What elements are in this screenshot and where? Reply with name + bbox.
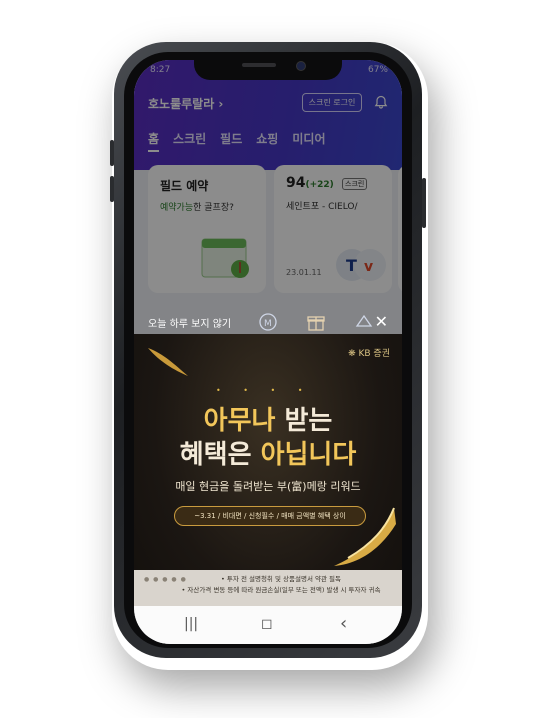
headline-line1: 아무나 받는 (203, 406, 333, 436)
promo-subtitle: 매일 현금을 돌려받는 부(富)메랑 리워드 (175, 480, 361, 493)
back-button[interactable]: ‹ (340, 613, 347, 634)
headline-line2: 혜택은 아닙니다 (179, 440, 357, 470)
android-nav-bar: ||| ◻ ‹ (134, 606, 402, 644)
phone-notch (194, 60, 342, 80)
volume-up-button (110, 140, 114, 166)
gift-icon (307, 316, 325, 331)
dont-show-today-button[interactable]: 오늘 하루 보지 않기 (148, 315, 231, 330)
front-camera (296, 61, 306, 71)
kb-promo-banner[interactable]: ❋ KB 증권 • • • • 아무나 받는 혜택은 아닙니다 매일 현금을 돌… (134, 334, 402, 622)
gold-boomerang-decoration (148, 348, 188, 376)
gold-boomerang-large (334, 507, 396, 566)
home-button[interactable]: ◻ (261, 616, 273, 632)
banner-disclaimer-area: ● ● ● ● ● • 투자 전 설명청취 및 상품설명서 약관 필독 • 자산… (134, 570, 402, 610)
volume-down-button (110, 176, 114, 202)
speaker-grill (242, 63, 276, 67)
svg-text:M: M (264, 319, 272, 329)
kb-brand-logo: ❋ KB 증권 (348, 349, 390, 359)
sparkle-dots: • • • • (216, 386, 313, 395)
close-icon[interactable]: ✕ (375, 312, 388, 331)
power-button (422, 178, 426, 228)
disclaimer-text: • 투자 전 설명청취 및 상품설명서 약관 필독 • 자산가격 변동 등에 따… (181, 575, 381, 594)
coin-icon: M (259, 313, 277, 331)
recent-apps-button[interactable]: ||| (184, 616, 198, 632)
tour-icon (355, 314, 373, 327)
phone-screen: 8:27 67% 호노룰루랄라 › 스크린 로그인 홈 스크린 필드 쇼핑 미디… (134, 60, 402, 644)
